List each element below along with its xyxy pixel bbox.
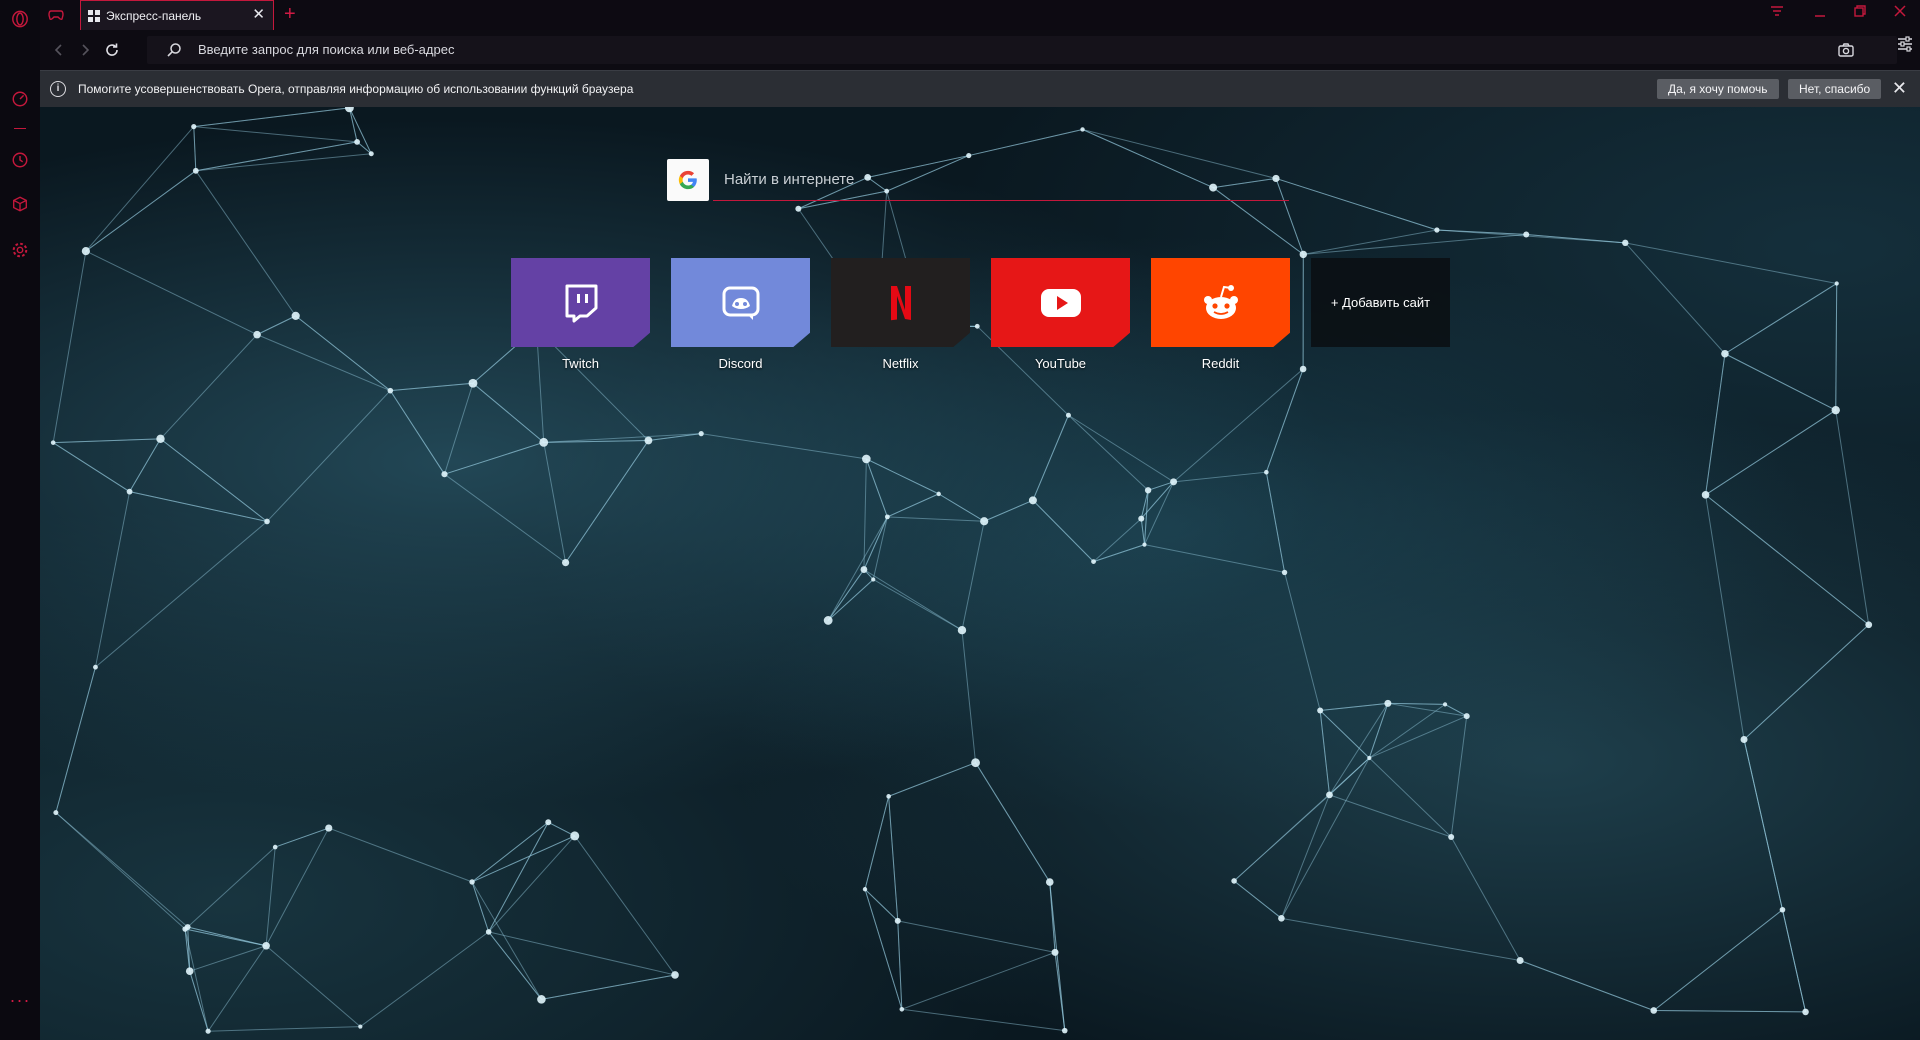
minimize-icon[interactable] (1812, 3, 1828, 26)
gamepad-icon[interactable] (48, 7, 64, 23)
speed-dial-background (40, 107, 1920, 1040)
tab-title: Экспресс-панель (106, 8, 202, 23)
tile-youtube[interactable]: YouTube (991, 258, 1130, 371)
youtube-icon (1040, 288, 1081, 317)
address-bar: Введите запрос для поиска или веб-адрес (40, 30, 1920, 70)
search-icon (167, 43, 181, 57)
web-search-input[interactable] (713, 159, 1289, 201)
tile-twitch[interactable]: Twitch (511, 258, 650, 371)
tab-menu-icon[interactable] (1769, 3, 1785, 26)
tile-label: Twitch (562, 356, 599, 371)
opera-menu-icon[interactable] (10, 9, 30, 29)
speed-dial-icon[interactable] (10, 89, 30, 109)
tab-close-icon[interactable]: ✕ (252, 7, 265, 23)
network-nodes (50, 107, 1873, 1034)
new-tab-button[interactable]: + (284, 3, 296, 25)
sidebar-more-icon[interactable]: ··· (8, 990, 32, 1011)
url-placeholder: Введите запрос для поиска или веб-адрес (198, 42, 455, 57)
reload-button[interactable] (101, 39, 123, 61)
decline-button[interactable]: Нет, спасибо (1788, 79, 1882, 99)
tile-label: YouTube (1034, 356, 1087, 371)
discord-icon (722, 286, 759, 320)
tile-reddit[interactable]: Reddit (1151, 258, 1290, 371)
tab-speed-dial[interactable]: Экспресс-панель ✕ (80, 0, 274, 30)
network-lines (52, 107, 1870, 1032)
twitch-icon (565, 284, 597, 322)
add-site-label: + Добавить сайт (1311, 258, 1450, 347)
tile-netflix[interactable]: Netflix (831, 258, 970, 371)
tile-label: Reddit (1201, 356, 1240, 371)
back-button[interactable] (48, 39, 70, 61)
reddit-icon (1203, 284, 1238, 319)
restore-icon[interactable] (1852, 3, 1868, 26)
tile-label: Netflix (882, 356, 919, 371)
close-infobar-icon[interactable]: ✕ (1892, 78, 1907, 99)
accept-help-button[interactable]: Да, я хочу помочь (1657, 79, 1779, 99)
google-logo-icon[interactable] (667, 159, 709, 201)
url-field[interactable]: Введите запрос для поиска или веб-адрес (147, 36, 1897, 64)
sidebar: ··· (0, 0, 41, 1040)
tab-strip: Экспресс-панель ✕ + (40, 0, 1920, 31)
easy-setup-icon[interactable] (1896, 35, 1914, 53)
tile-discord[interactable]: Discord (671, 258, 810, 371)
forward-button[interactable] (74, 39, 96, 61)
grid-icon (88, 9, 100, 22)
speed-dial-search (667, 159, 1289, 211)
snapshot-camera-icon[interactable] (1837, 41, 1855, 59)
tile-label: Discord (718, 356, 763, 371)
network-wallpaper (50, 107, 1873, 1034)
settings-icon[interactable] (10, 240, 30, 260)
info-message: Помогите усовершенствовать Opera, отправ… (78, 82, 634, 96)
add-site-tile[interactable]: + Добавить сайт (1311, 258, 1450, 365)
netflix-icon (890, 285, 911, 320)
info-bar: i Помогите усовершенствовать Opera, отпр… (40, 70, 1920, 107)
close-window-icon[interactable] (1892, 3, 1908, 26)
history-icon[interactable] (10, 150, 30, 170)
info-icon: i (50, 81, 66, 97)
extensions-icon[interactable] (10, 194, 30, 214)
sidebar-separator (14, 128, 26, 129)
